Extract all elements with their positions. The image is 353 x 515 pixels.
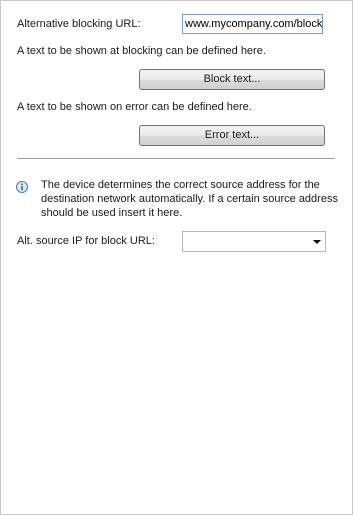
- alt-source-ip-label: Alt. source IP for block URL:: [17, 235, 155, 247]
- error-text-button[interactable]: Error text...: [139, 125, 325, 146]
- alt-blocking-url-label: Alternative blocking URL:: [17, 18, 141, 30]
- source-address-info-text: The device determines the correct source…: [41, 179, 338, 219]
- error-text-description: A text to be shown on error can be defin…: [17, 101, 252, 113]
- block-text-description: A text to be shown at blocking can be de…: [17, 45, 266, 57]
- info-icon: [16, 181, 28, 193]
- chevron-down-icon[interactable]: [313, 240, 321, 244]
- alt-source-ip-select[interactable]: [182, 231, 326, 252]
- section-divider: [17, 158, 335, 160]
- alt-blocking-url-input[interactable]: www.mycompany.com/block: [182, 14, 323, 34]
- block-text-button[interactable]: Block text...: [139, 69, 325, 90]
- dialog-panel: Alternative blocking URL: www.mycompany.…: [0, 0, 353, 515]
